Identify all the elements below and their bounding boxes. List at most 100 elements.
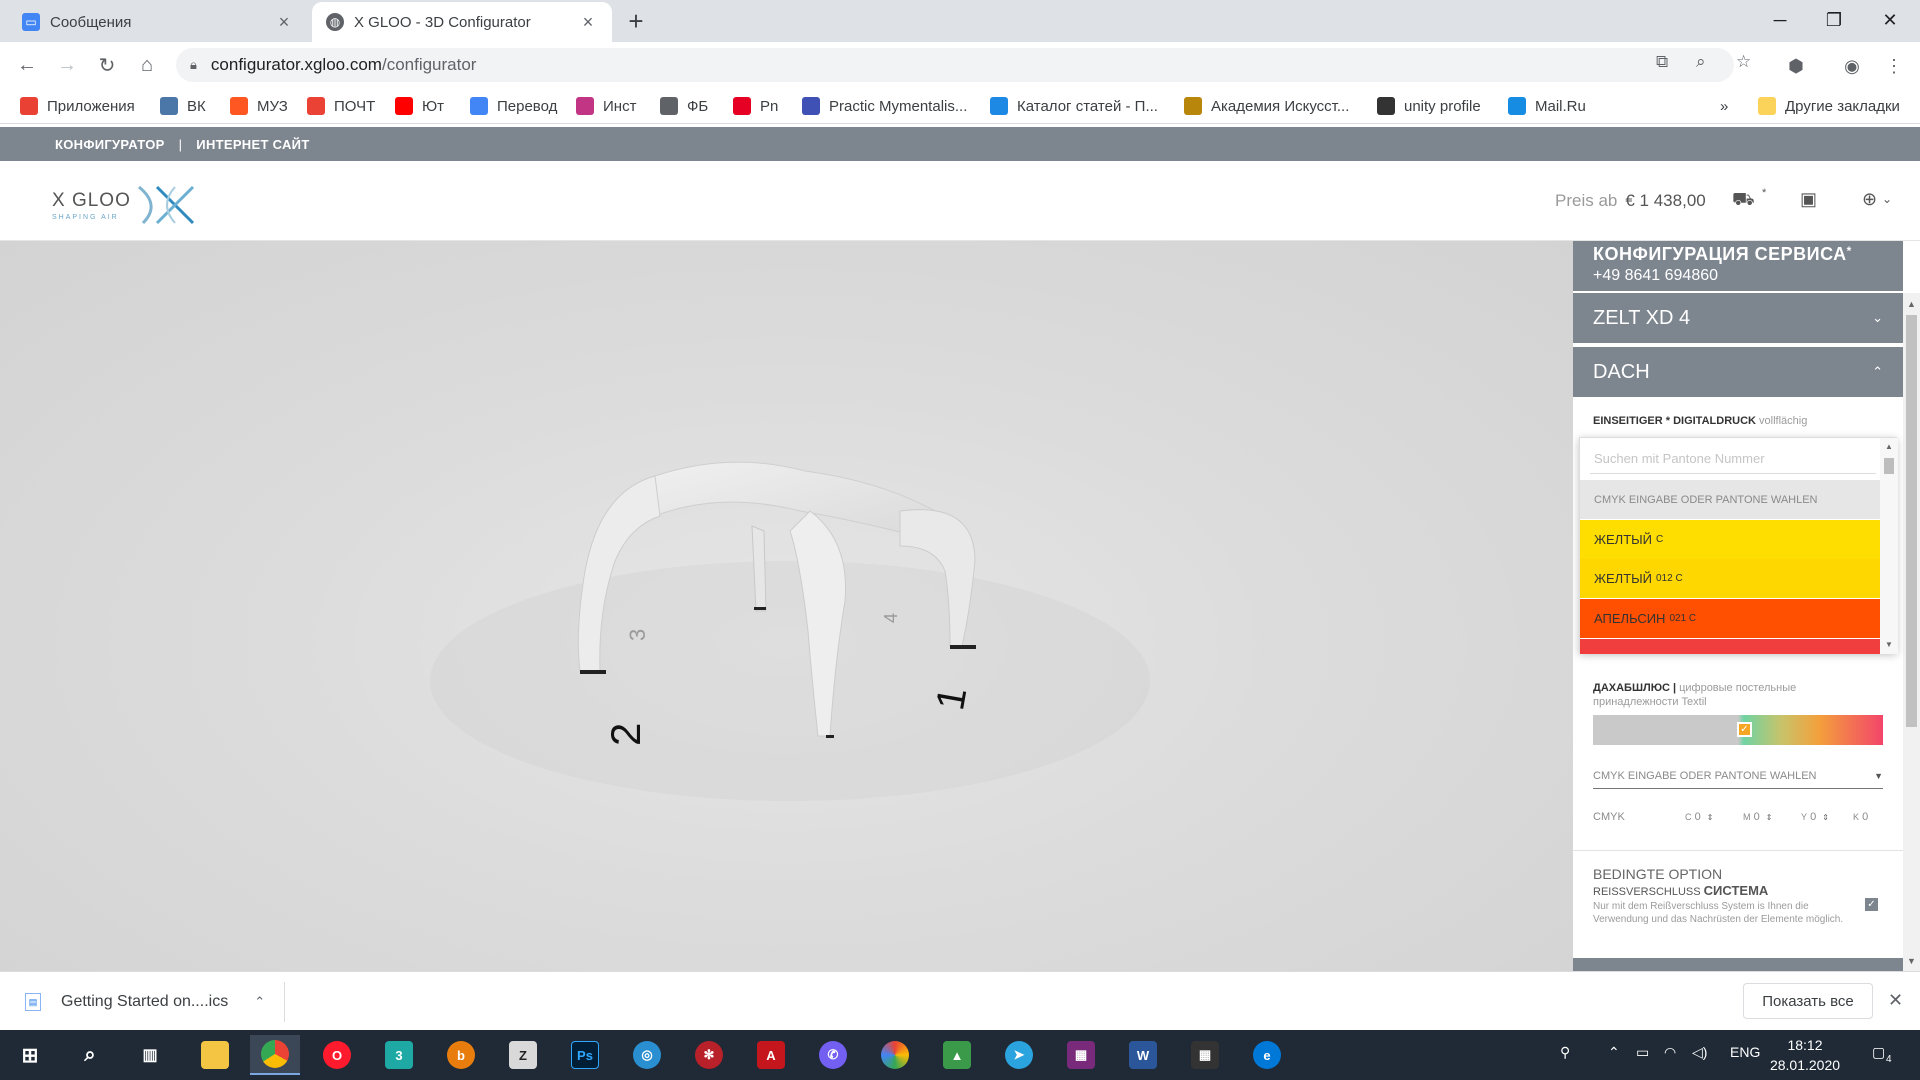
clock[interactable]: 18:12 28.01.2020 xyxy=(1765,1035,1845,1075)
section-zelt-xd4[interactable]: ZELT XD 4 ⌄ xyxy=(1573,291,1903,343)
profile-icon[interactable]: ◉ xyxy=(1840,54,1864,78)
new-tab-button[interactable]: + xyxy=(622,8,650,36)
bookmark-item[interactable]: Pn xyxy=(733,94,778,118)
tray-chevron-up-icon[interactable]: ⌃ xyxy=(1608,1044,1620,1061)
dropdown-option-yellow-c[interactable]: ЖЕЛТЫЙ C xyxy=(1580,520,1880,559)
spinner-icon[interactable]: ⇕ xyxy=(1822,813,1829,822)
maximize-button[interactable]: ❐ xyxy=(1806,0,1862,40)
close-tab-icon[interactable]: × xyxy=(274,12,294,33)
zip-system-checkbox[interactable]: ✓ xyxy=(1865,898,1878,911)
app-bag-icon[interactable]: ▲ xyxy=(932,1035,982,1075)
battery-icon[interactable]: ▭ xyxy=(1636,1044,1649,1061)
close-tab-icon[interactable]: × xyxy=(578,12,598,33)
close-window-button[interactable]: ✕ xyxy=(1862,0,1918,40)
tab-xgloo[interactable]: ◍ X GLOO - 3D Configurator × xyxy=(312,2,612,42)
word-icon[interactable]: W xyxy=(1118,1035,1168,1075)
zbrush-icon[interactable]: Z xyxy=(498,1035,548,1075)
nav-website-link[interactable]: ИНТЕРНЕТ САЙТ xyxy=(196,137,309,152)
more-bookmarks-button[interactable]: » xyxy=(1720,94,1728,118)
picasa-icon[interactable] xyxy=(870,1035,920,1075)
zoom-icon[interactable]: ⌕ xyxy=(1696,52,1706,72)
section-dach[interactable]: DACH ⌃ xyxy=(1573,345,1903,397)
language-indicator[interactable]: ENG xyxy=(1730,1044,1760,1060)
scroll-up-icon[interactable]: ▲ xyxy=(1903,295,1920,312)
truck-icon[interactable]: ⛟ xyxy=(1732,189,1755,213)
bookmark-item[interactable]: Приложения xyxy=(20,94,135,118)
extension-icon[interactable]: ⬢ xyxy=(1784,54,1808,78)
cmyk-pantone-select[interactable]: CMYK EINGABE ODER PANTONE WAHLEN ▼ xyxy=(1593,763,1883,789)
dropdown-option-orange-021c[interactable]: АПЕЛЬСИН 021 C xyxy=(1580,599,1880,638)
nav-configurator-link[interactable]: КОНФИГУРАТОР xyxy=(55,137,165,152)
next-section-bar[interactable] xyxy=(1573,958,1903,971)
search-icon[interactable]: ⌕ xyxy=(65,1035,115,1075)
tab-messages[interactable]: ▭ Сообщения × xyxy=(8,2,308,42)
menu-icon[interactable]: ⋮ xyxy=(1882,54,1906,78)
spinner-icon[interactable]: ⇕ xyxy=(1707,813,1714,822)
translate-icon[interactable]: ⧉ xyxy=(1656,52,1668,72)
dropdown-scroll-thumb[interactable] xyxy=(1884,458,1894,474)
cmyk-m-field[interactable]: M 0 ⇕ xyxy=(1743,807,1772,827)
bookmark-item[interactable]: МУЗ xyxy=(230,94,288,118)
blender-icon[interactable]: b xyxy=(436,1035,486,1075)
address-bar[interactable]: 🔒︎ configurator.xgloo.com/configurator xyxy=(176,48,1734,82)
pantone-search-input[interactable] xyxy=(1590,444,1876,474)
bookmark-item[interactable]: Practic Mymentalis... xyxy=(802,94,967,118)
cmyk-k-field[interactable]: K 0 xyxy=(1853,807,1868,827)
panel-scroll-thumb[interactable] xyxy=(1906,315,1917,727)
volume-icon[interactable]: ◁) xyxy=(1692,1044,1707,1061)
spinner-icon[interactable]: ⇕ xyxy=(1766,813,1773,822)
scroll-up-icon[interactable]: ▲ xyxy=(1880,442,1898,451)
pantone-dropdown[interactable]: CMYK EINGABE ODER PANTONE WAHLEN ЖЕЛТЫЙ C… xyxy=(1579,437,1898,654)
bookmark-item[interactable]: ФБ xyxy=(660,94,708,118)
close-download-bar-icon[interactable]: ✕ xyxy=(1888,990,1903,1011)
photoshop-icon[interactable]: Ps xyxy=(560,1035,610,1075)
bookmark-item[interactable]: Каталог статей - П... xyxy=(990,94,1158,118)
chrome-icon[interactable] xyxy=(250,1035,300,1075)
winrar-icon[interactable]: ▦ xyxy=(1056,1035,1106,1075)
3dsmax-icon[interactable]: 3 xyxy=(374,1035,424,1075)
app-circle-icon[interactable]: ◎ xyxy=(622,1035,672,1075)
color-swatch-bar[interactable]: ✓ xyxy=(1593,715,1883,745)
dropdown-option-placeholder[interactable]: CMYK EINGABE ODER PANTONE WAHLEN xyxy=(1580,480,1880,519)
tent-3d-model[interactable]: 1 2 3 4 xyxy=(0,241,1573,971)
bookmark-item[interactable]: Инст xyxy=(576,94,636,118)
telegram-icon[interactable]: ➤ xyxy=(994,1035,1044,1075)
viber-icon[interactable]: ✆ xyxy=(808,1035,858,1075)
bookmark-item[interactable]: Mail.Ru xyxy=(1508,94,1586,118)
scroll-down-icon[interactable]: ▼ xyxy=(1903,952,1920,969)
3d-viewer[interactable]: 1 2 3 4 xyxy=(0,241,1573,971)
bookmark-item[interactable]: unity profile xyxy=(1377,94,1481,118)
check-icon[interactable]: ✓ xyxy=(1737,722,1752,737)
chevron-down-icon[interactable]: ⌄ xyxy=(1882,192,1892,206)
bookmark-item[interactable]: Академия Искусст... xyxy=(1184,94,1349,118)
start-button[interactable]: ⊞ xyxy=(5,1035,55,1075)
reload-button[interactable]: ↻ xyxy=(92,50,122,80)
minimize-button[interactable]: ─ xyxy=(1752,0,1808,40)
back-button[interactable]: ← xyxy=(12,50,42,80)
download-item[interactable]: ▤ Getting Started on....ics ⌃ xyxy=(25,982,285,1022)
opera-icon[interactable]: O xyxy=(312,1035,362,1075)
bookmark-item[interactable]: ВК xyxy=(160,94,206,118)
cmyk-c-field[interactable]: C 0 ⇕ xyxy=(1685,807,1713,827)
steelseries-icon[interactable]: ✻ xyxy=(684,1035,734,1075)
save-icon[interactable]: ▣ xyxy=(1800,189,1817,210)
scroll-down-icon[interactable]: ▼ xyxy=(1880,640,1898,649)
file-explorer-icon[interactable] xyxy=(190,1035,240,1075)
notification-icon[interactable]: ▢ xyxy=(1872,1044,1885,1061)
cmyk-y-field[interactable]: Y 0 ⇕ xyxy=(1801,807,1829,827)
panel-scrollbar[interactable]: ▲ ▼ xyxy=(1903,293,1920,971)
star-icon[interactable]: ☆ xyxy=(1736,52,1751,72)
bookmark-item[interactable]: Перевод xyxy=(470,94,557,118)
other-bookmarks-folder[interactable]: Другие закладки xyxy=(1758,94,1900,118)
forward-button[interactable]: → xyxy=(52,50,82,80)
home-button[interactable]: ⌂ xyxy=(132,50,162,80)
bookmark-item[interactable]: Ют xyxy=(395,94,444,118)
dropdown-scrollbar[interactable]: ▲ ▼ xyxy=(1880,438,1898,654)
chevron-up-icon[interactable]: ⌃ xyxy=(254,994,265,1010)
lock-icon[interactable]: 🔒︎ xyxy=(190,57,197,73)
show-all-downloads-button[interactable]: Показать все xyxy=(1743,983,1873,1019)
task-view-icon[interactable]: ▥ xyxy=(125,1035,175,1075)
calculator-icon[interactable]: ▦ xyxy=(1180,1035,1230,1075)
edge-icon[interactable]: e xyxy=(1242,1035,1292,1075)
dropdown-option-partial[interactable] xyxy=(1580,639,1880,654)
